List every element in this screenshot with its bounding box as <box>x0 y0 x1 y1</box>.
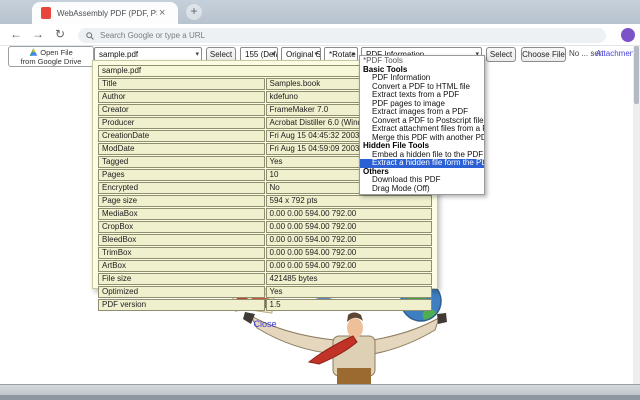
menu-item[interactable]: Convert a PDF to HTML file <box>360 83 484 92</box>
table-row: OptimizedYes <box>98 286 432 298</box>
scrollbar-thumb[interactable] <box>634 46 639 104</box>
browser-tab[interactable]: WebAssembly PDF (PDF, PS, XP × <box>32 2 178 24</box>
row-label: Pages <box>98 169 265 181</box>
tab-close-icon[interactable]: × <box>159 8 165 18</box>
open-from-drive-button[interactable]: Open File from Google Drive <box>8 46 94 67</box>
row-label: Title <box>98 78 265 90</box>
menu-group-header: Hidden File Tools <box>360 142 484 151</box>
omnibox-placeholder: Search Google or type a URL <box>100 31 205 40</box>
row-label: Tagged <box>98 156 265 168</box>
row-value: 0.00 0.00 594.00 792.00 <box>266 260 433 272</box>
page-scrollbar[interactable] <box>633 46 640 384</box>
tab-title: WebAssembly PDF (PDF, PS, XP <box>57 9 157 18</box>
row-label: Creator <box>98 104 265 116</box>
pdf-favicon-icon <box>41 7 51 19</box>
menu-item[interactable]: Extract texts from a PDF <box>360 91 484 100</box>
menu-item[interactable]: Convert a PDF to Postscript file <box>360 117 484 126</box>
row-label: File size <box>98 273 265 285</box>
menu-item[interactable]: *PDF Tools <box>360 57 484 66</box>
row-value: 594 x 792 pts <box>266 195 433 207</box>
row-label: BleedBox <box>98 234 265 246</box>
row-label: Author <box>98 91 265 103</box>
table-row: ArtBox0.00 0.00 594.00 792.00 <box>98 260 432 272</box>
pdf-tools-menu: *PDF Tools Basic Tools PDF Information C… <box>359 55 485 195</box>
menu-group-header: Others <box>360 168 484 177</box>
menu-item[interactable]: Embed a hidden file to the PDF <box>360 151 484 160</box>
menu-item[interactable]: Drag Mode (Off) <box>360 185 484 194</box>
reload-icon[interactable]: ↻ <box>52 27 68 41</box>
open-file-label-line2: from Google Drive <box>9 57 93 66</box>
search-icon <box>86 32 94 40</box>
row-label: CreationDate <box>98 130 265 142</box>
row-label: Optimized <box>98 286 265 298</box>
table-row: File size421485 bytes <box>98 273 432 285</box>
table-row: CropBox0.00 0.00 594.00 792.00 <box>98 221 432 233</box>
row-label: ArtBox <box>98 260 265 272</box>
new-tab-button[interactable]: + <box>186 4 202 20</box>
row-value: 0.00 0.00 594.00 792.00 <box>266 208 433 220</box>
menu-item[interactable]: Extract attachment files from a PDF <box>360 125 484 134</box>
table-row: PDF version1.5 <box>98 299 432 311</box>
row-value: 421485 bytes <box>266 273 433 285</box>
navigation-bar: ← → ↻ Search Google or type a URL <box>0 24 640 46</box>
row-value: Yes <box>266 286 433 298</box>
menu-item[interactable]: Download this PDF <box>360 176 484 185</box>
row-label: TrimBox <box>98 247 265 259</box>
attachments-link[interactable]: Attachmen <box>596 49 634 58</box>
omnibox[interactable]: Search Google or type a URL <box>78 28 606 43</box>
menu-item[interactable]: Merge this PDF with another PDF <box>360 134 484 143</box>
row-value: 1.5 <box>266 299 433 311</box>
row-label: Page size <box>98 195 265 207</box>
profile-avatar[interactable] <box>621 28 635 42</box>
open-file-label-line1: Open File <box>40 48 73 57</box>
table-row: TrimBox0.00 0.00 594.00 792.00 <box>98 247 432 259</box>
back-icon[interactable]: ← <box>8 27 24 41</box>
taskbar-strip <box>0 395 640 400</box>
menu-item[interactable]: Extract images from a PDF <box>360 108 484 117</box>
row-label: ModDate <box>98 143 265 155</box>
forward-icon[interactable]: → <box>30 27 46 41</box>
google-drive-icon <box>29 48 38 57</box>
menu-item[interactable]: PDF pages to image <box>360 100 484 109</box>
tools-select-button[interactable]: Select <box>486 47 516 62</box>
row-label: Encrypted <box>98 182 265 194</box>
menu-item-selected[interactable]: Extract a hidden file form the PDF <box>360 159 484 168</box>
table-row: BleedBox0.00 0.00 594.00 792.00 <box>98 234 432 246</box>
close-link[interactable]: Close <box>253 319 276 329</box>
row-value: 0.00 0.00 594.00 792.00 <box>266 234 433 246</box>
table-row: Page size594 x 792 pts <box>98 195 432 207</box>
menu-group-header: Basic Tools <box>360 66 484 75</box>
file-select-value: sample.pdf <box>99 50 138 59</box>
choose-file-button[interactable]: Choose File <box>521 47 566 62</box>
table-row: MediaBox0.00 0.00 594.00 792.00 <box>98 208 432 220</box>
row-value: 0.00 0.00 594.00 792.00 <box>266 221 433 233</box>
row-label: CropBox <box>98 221 265 233</box>
menu-item[interactable]: PDF Information <box>360 74 484 83</box>
row-value: 0.00 0.00 594.00 792.00 <box>266 247 433 259</box>
row-label: MediaBox <box>98 208 265 220</box>
row-label: Producer <box>98 117 265 129</box>
row-label: PDF version <box>98 299 265 311</box>
